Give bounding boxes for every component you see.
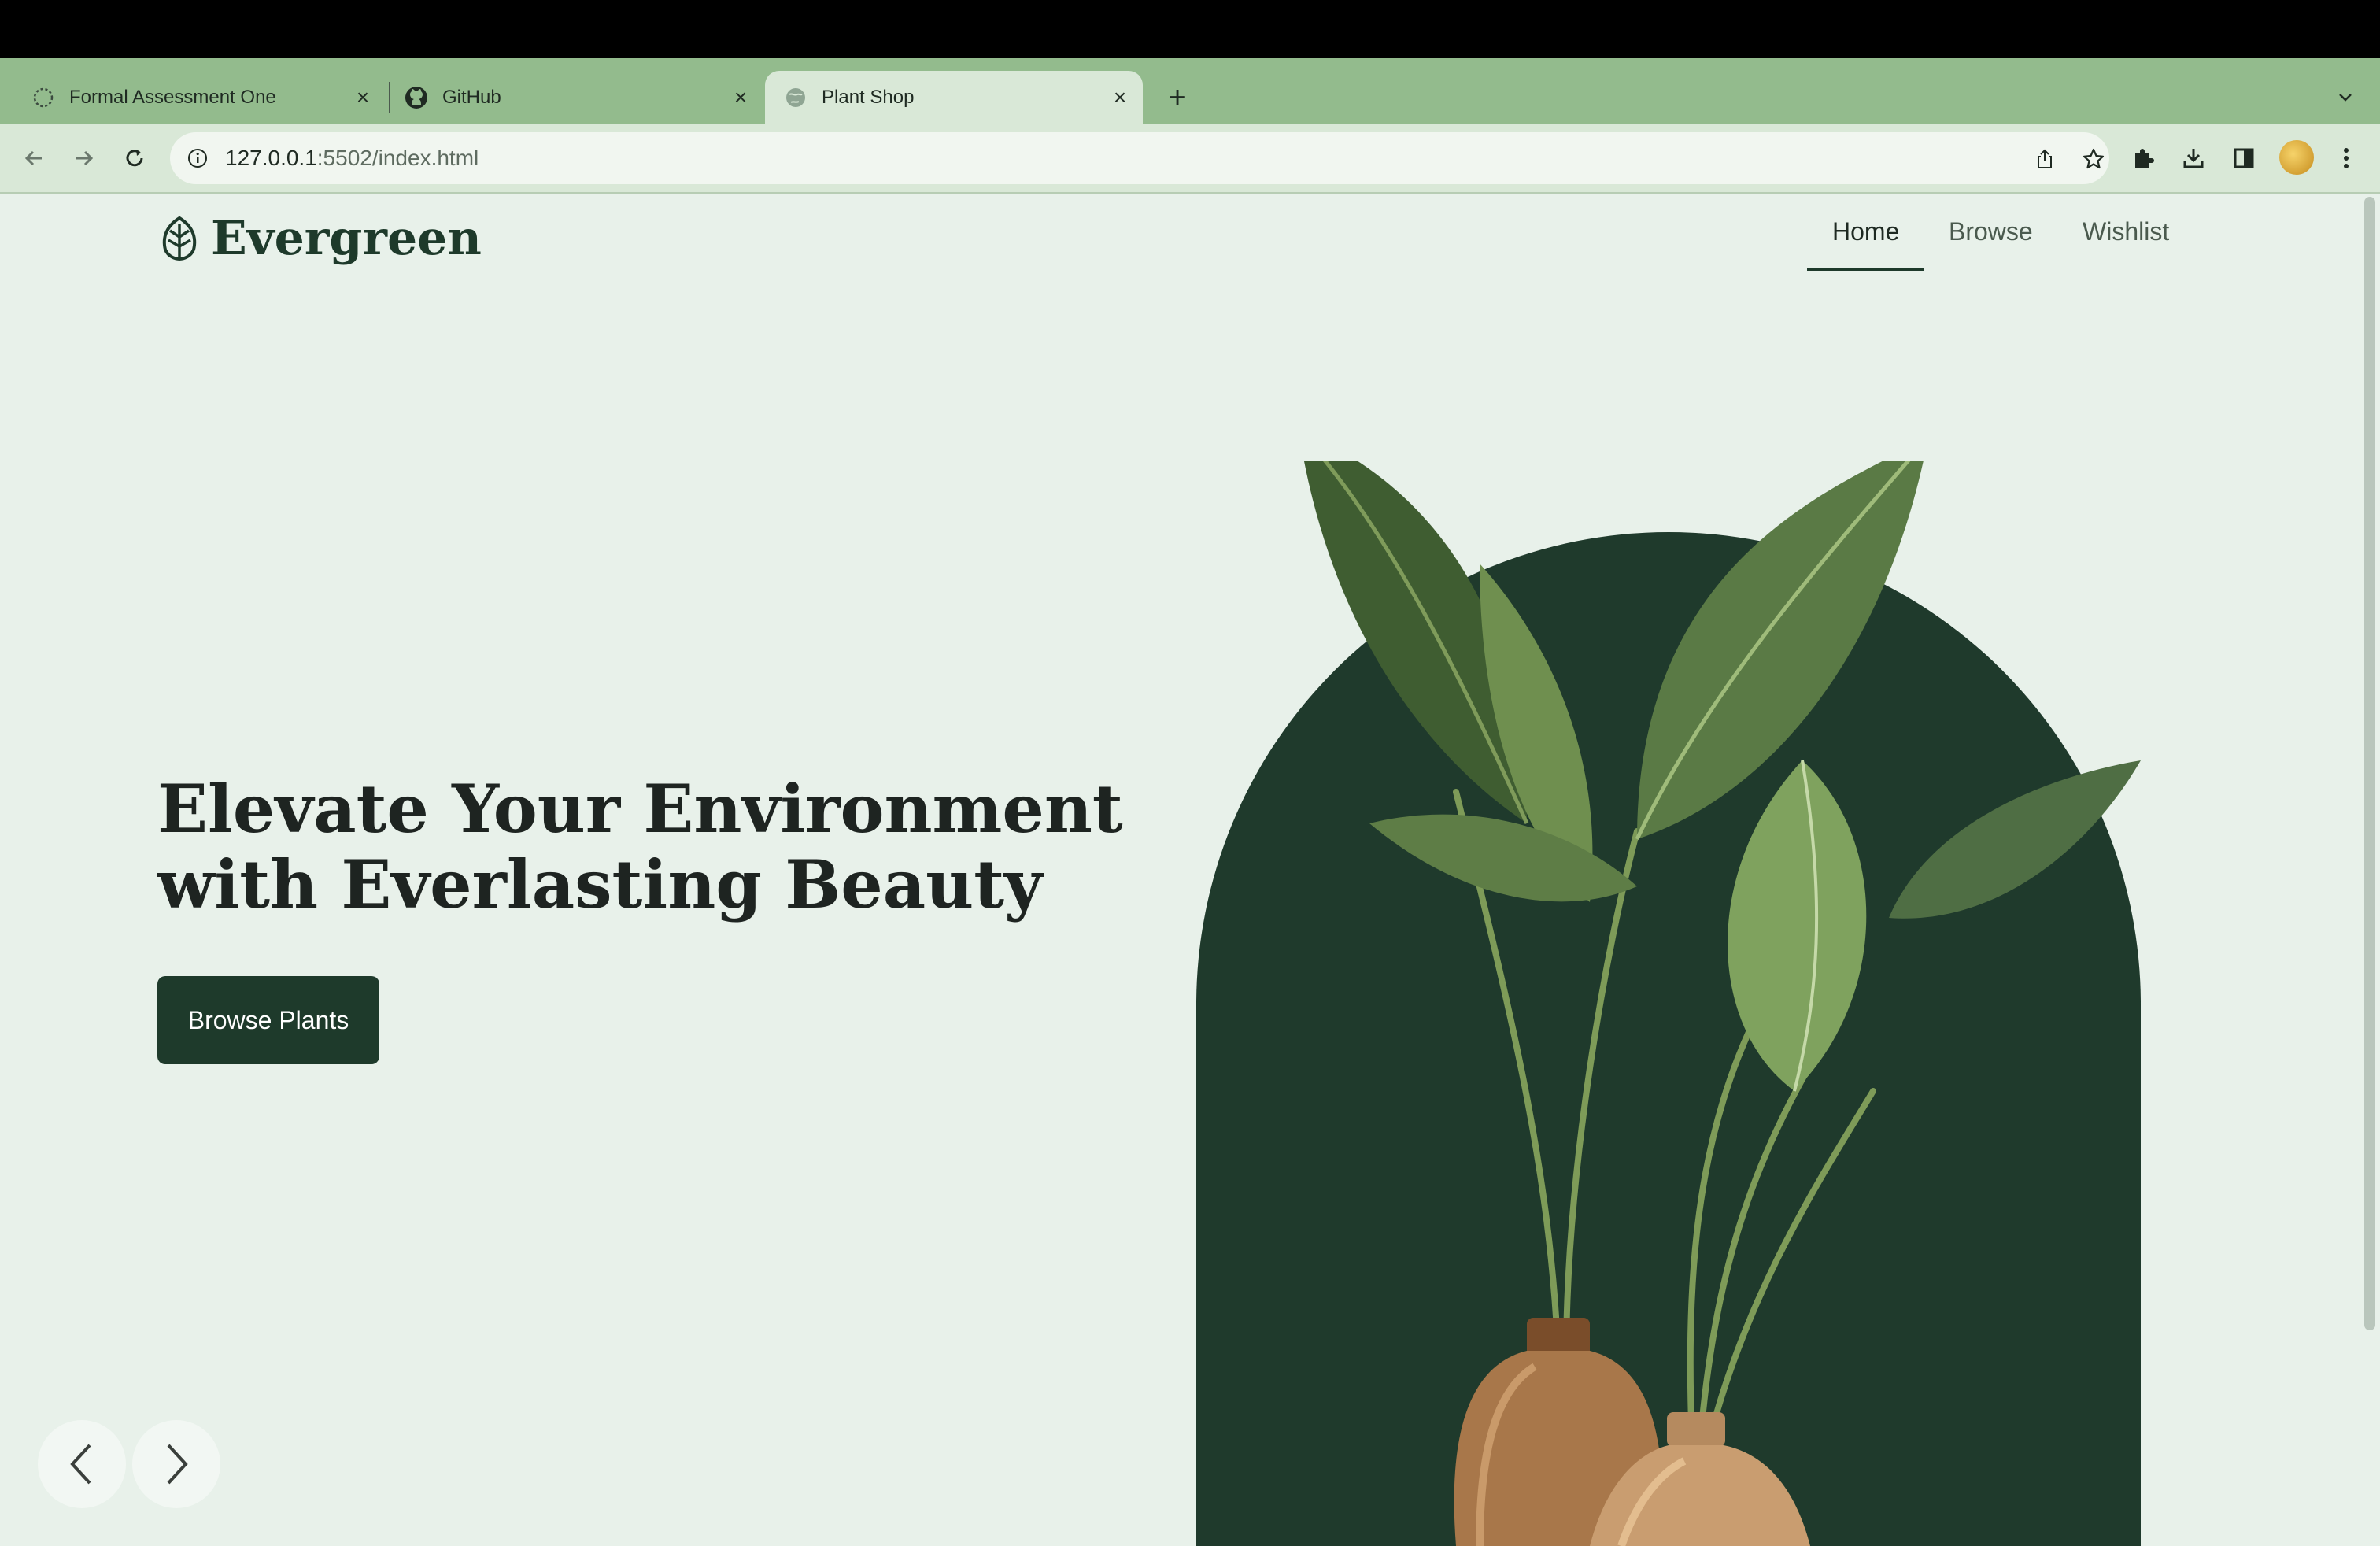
tab-title: Plant Shop: [822, 87, 915, 108]
bookmark-star-icon[interactable]: [2078, 143, 2109, 175]
page-scrollbar[interactable]: [2364, 197, 2375, 1330]
new-tab-plus-icon[interactable]: +: [1162, 80, 1193, 115]
chevron-right-icon: [167, 1444, 188, 1485]
nav-link-browse[interactable]: Browse: [1949, 217, 2033, 246]
back-arrow-icon[interactable]: [16, 140, 52, 176]
carousel-next-button[interactable]: [132, 1420, 220, 1508]
url-host: 127.0.0.1: [225, 146, 317, 170]
tab-title: Formal Assessment One: [69, 87, 276, 108]
reload-icon[interactable]: [116, 140, 153, 176]
site-logo[interactable]: Evergreen: [157, 211, 482, 266]
address-bar[interactable]: 127.0.0.1:5502/index.html: [170, 132, 2109, 184]
close-icon[interactable]: ×: [1108, 85, 1132, 109]
nav-active-underline: [1807, 268, 1924, 271]
leaf-logo-icon: [162, 216, 197, 261]
github-icon: [405, 86, 428, 109]
nav-link-home[interactable]: Home: [1832, 217, 1899, 246]
close-icon[interactable]: ×: [351, 85, 375, 109]
hero-plant-illustration: [1196, 461, 2141, 1546]
hero-title-line1: Elevate Your Environment: [157, 770, 1123, 848]
brand-name: Evergreen: [211, 211, 482, 266]
tab-formal-assessment[interactable]: Formal Assessment One ×: [0, 71, 386, 124]
globe-icon: [784, 86, 808, 109]
chevron-left-icon: [70, 1444, 91, 1485]
tab-title: GitHub: [442, 87, 501, 108]
forward-arrow-icon[interactable]: [66, 140, 102, 176]
loading-circle-icon: [31, 86, 55, 109]
extensions-puzzle-icon[interactable]: [2125, 140, 2161, 176]
profile-avatar[interactable]: [2279, 140, 2314, 175]
nav-link-wishlist[interactable]: Wishlist: [2082, 217, 2169, 246]
hero-title: Elevate Your Environment with Everlastin…: [157, 771, 1181, 923]
tab-plant-shop[interactable]: Plant Shop ×: [765, 71, 1143, 124]
url-text[interactable]: 127.0.0.1:5502/index.html: [225, 146, 479, 171]
hero-title-line2: with Everlasting Beauty: [157, 845, 1043, 923]
system-top-bar: [0, 0, 2380, 58]
site-info-icon[interactable]: [186, 146, 209, 170]
page-viewport: Evergreen Home Browse Wishlist Elevate Y…: [0, 194, 2380, 1546]
tab-search-chevron-icon[interactable]: [2331, 83, 2360, 112]
tab-github[interactable]: GitHub ×: [390, 71, 763, 124]
browse-plants-button[interactable]: Browse Plants: [157, 976, 379, 1064]
tab-strip: Formal Assessment One × GitHub × Plant S…: [0, 58, 2380, 124]
url-path: :5502/index.html: [316, 146, 479, 170]
more-vertical-icon[interactable]: [2328, 140, 2364, 176]
download-icon[interactable]: [2175, 140, 2212, 176]
side-panel-icon[interactable]: [2226, 140, 2262, 176]
carousel-prev-button[interactable]: [38, 1420, 126, 1508]
share-icon[interactable]: [2029, 143, 2060, 175]
browser-toolbar: 127.0.0.1:5502/index.html: [0, 124, 2380, 194]
close-icon[interactable]: ×: [729, 85, 752, 109]
